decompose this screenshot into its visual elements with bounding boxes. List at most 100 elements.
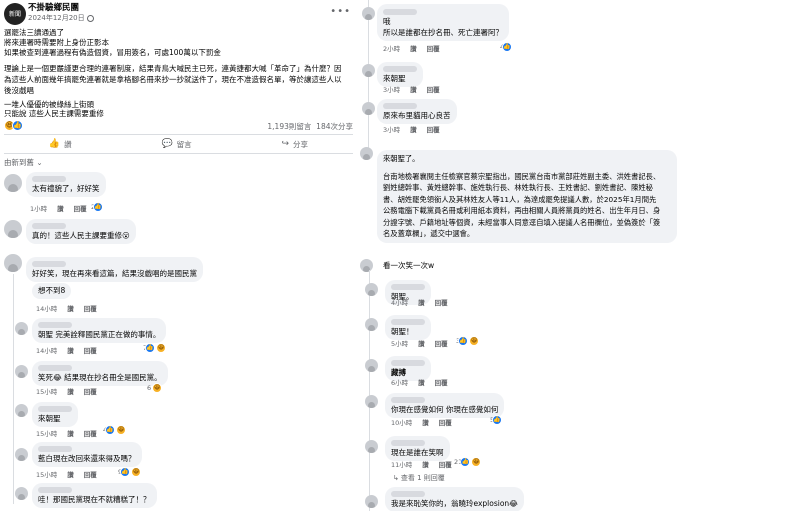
avatar[interactable] (365, 359, 378, 372)
post-date[interactable]: 2024年12月20日 (28, 13, 94, 23)
page-avatar[interactable]: 新聞 (4, 3, 26, 25)
author-name[interactable] (391, 439, 444, 447)
comment-like-button[interactable]: 讚 (67, 469, 74, 479)
comment-reply-button[interactable]: 回覆 (439, 459, 452, 469)
avatar[interactable] (4, 254, 22, 272)
comment-time[interactable]: 15小時 (36, 386, 57, 396)
comment-reaction-count[interactable]: 4👍 (500, 42, 513, 52)
author-name[interactable] (391, 359, 425, 367)
avatar[interactable] (365, 395, 378, 408)
comment-reaction-count[interactable]: 21 👍 😆 (454, 457, 482, 467)
author-name[interactable] (383, 102, 451, 110)
comment-reply-button[interactable]: 回覆 (439, 417, 452, 427)
comment-like-button[interactable]: 讚 (418, 338, 425, 348)
view-replies-link[interactable]: ↳ 查看 1 則回覆 (393, 473, 445, 483)
comment-like-button[interactable]: 讚 (67, 345, 74, 355)
comment-like-button[interactable]: 讚 (418, 297, 425, 307)
avatar[interactable] (4, 220, 22, 238)
comment-like-button[interactable]: 讚 (410, 84, 417, 94)
comment-like-button[interactable]: 讚 (67, 303, 74, 313)
view-replies-text[interactable]: 查看 1 則回覆 (401, 474, 445, 482)
comment-time[interactable]: 6小時 (391, 377, 408, 387)
reaction-summary[interactable]: 😆 👍 (4, 120, 23, 131)
comment-time[interactable]: 2小時 (383, 43, 400, 53)
author-name[interactable] (32, 222, 130, 230)
more-options-icon[interactable]: ••• (330, 6, 351, 17)
avatar[interactable] (15, 322, 28, 335)
comment-reaction-count[interactable]: 4👍😆 (103, 425, 127, 435)
avatar[interactable] (360, 259, 373, 272)
share-button[interactable]: ↪ 分享 (282, 139, 309, 150)
comment-time[interactable]: 10小時 (391, 417, 412, 427)
comment-reply-button[interactable]: 回覆 (427, 43, 440, 53)
author-name[interactable] (391, 318, 425, 326)
sort-dropdown[interactable]: 由新到舊 ⌄ (4, 157, 43, 168)
like-button[interactable]: 👍 讚 (49, 139, 72, 150)
avatar[interactable] (15, 365, 28, 378)
avatar[interactable] (362, 7, 375, 20)
author-name[interactable] (38, 405, 72, 413)
comment-reply-button[interactable]: 回覆 (435, 377, 448, 387)
comment-reply-button[interactable]: 回覆 (74, 203, 87, 213)
avatar[interactable] (362, 102, 375, 115)
comment-like-button[interactable]: 讚 (418, 377, 425, 387)
author-name[interactable] (38, 486, 151, 494)
comment-reaction-count[interactable]: 2👍 (91, 202, 104, 212)
avatar[interactable] (15, 487, 28, 500)
author-name[interactable] (383, 7, 503, 15)
sort-label[interactable]: 由新到舊 (4, 158, 34, 167)
avatar[interactable] (365, 283, 378, 296)
avatar[interactable] (365, 495, 378, 508)
post-date-text[interactable]: 2024年12月20日 (28, 14, 85, 22)
comment-like-button[interactable]: 讚 (67, 386, 74, 396)
avatar[interactable] (365, 440, 378, 453)
comment-time[interactable]: 3小時 (383, 124, 400, 134)
author-name[interactable] (38, 364, 162, 372)
comment-time[interactable]: 4小時 (391, 297, 408, 307)
comment-like-button[interactable]: 讚 (410, 43, 417, 53)
comment-reaction-count[interactable]: 9👍😆 (118, 467, 142, 477)
comment-time[interactable]: 5小時 (391, 338, 408, 348)
comment-reply-button[interactable]: 回覆 (435, 297, 448, 307)
comment-reply-button[interactable]: 回覆 (435, 338, 448, 348)
author-name[interactable] (32, 260, 197, 268)
comment-reply-button[interactable]: 回覆 (84, 428, 97, 438)
comment-reply-button[interactable]: 回覆 (427, 84, 440, 94)
author-name[interactable] (391, 490, 518, 498)
author-name[interactable] (391, 283, 425, 291)
author-name[interactable] (391, 396, 498, 404)
comment-time[interactable]: 15小時 (36, 428, 57, 438)
comment-time[interactable]: 15小時 (36, 469, 57, 479)
comment-time[interactable]: 14小時 (36, 345, 57, 355)
comment-time[interactable]: 1小時 (30, 203, 47, 213)
comment-like-button[interactable]: 讚 (410, 124, 417, 134)
comment-like-button[interactable]: 讚 (57, 203, 64, 213)
author-name[interactable] (38, 445, 136, 453)
comment-like-button[interactable]: 讚 (422, 459, 429, 469)
comment-reply-button[interactable]: 回覆 (84, 345, 97, 355)
comment-reply-button[interactable]: 回覆 (84, 303, 97, 313)
author-name[interactable] (38, 321, 160, 329)
comment-time[interactable]: 11小時 (391, 459, 412, 469)
avatar[interactable] (365, 318, 378, 331)
comment-reaction-count[interactable]: 7👍😆 (143, 343, 167, 353)
page-name[interactable]: 不掛驗鄉民團 (28, 1, 79, 13)
comment-button[interactable]: 💬 留言 (161, 139, 191, 150)
comment-reaction-count[interactable]: 5👍 (490, 415, 503, 425)
comment-reply-button[interactable]: 回覆 (84, 386, 97, 396)
avatar[interactable] (15, 404, 28, 417)
avatar[interactable] (360, 147, 373, 160)
author-name[interactable] (32, 175, 100, 183)
comment-reaction-count[interactable]: 3👍😆 (456, 336, 480, 346)
author-name[interactable] (383, 65, 417, 73)
comment-like-button[interactable]: 讚 (67, 428, 74, 438)
avatar[interactable] (4, 174, 22, 192)
comments-count[interactable]: 1,193則留言 (267, 122, 311, 131)
comment-time[interactable]: 14小時 (36, 303, 57, 313)
comment-reply-button[interactable]: 回覆 (84, 469, 97, 479)
comment-reply-button[interactable]: 回覆 (427, 124, 440, 134)
comment-time[interactable]: 3小時 (383, 84, 400, 94)
comment-share-counts[interactable]: 1,193則留言 184次分享 (267, 121, 353, 132)
comment-like-button[interactable]: 讚 (422, 417, 429, 427)
avatar[interactable] (15, 448, 28, 461)
